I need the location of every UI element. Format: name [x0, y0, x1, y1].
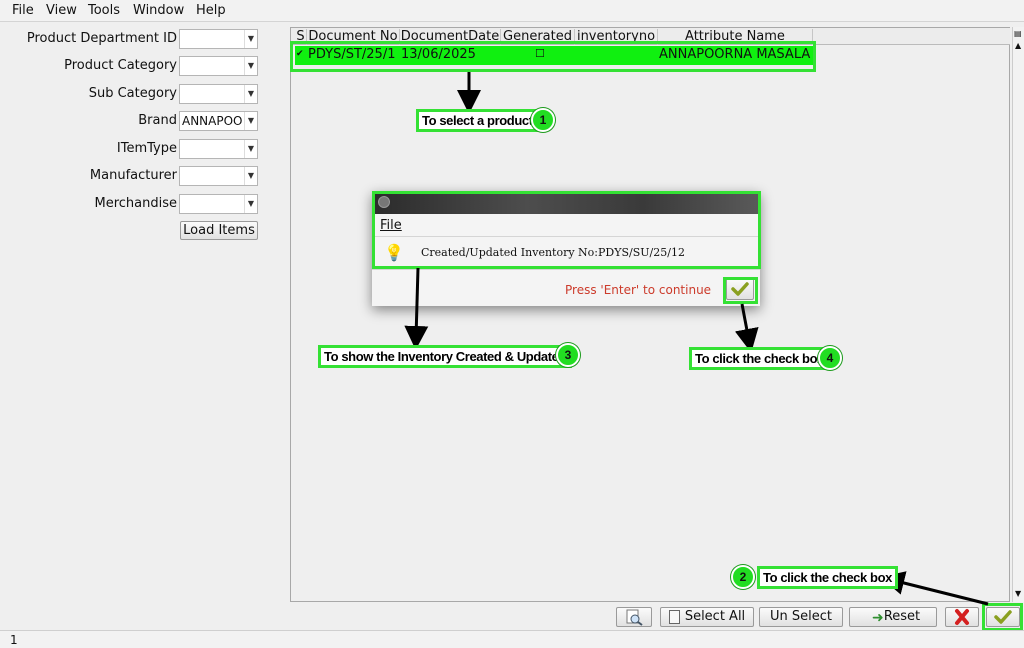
filter-label: Product Department ID	[26, 31, 177, 46]
filter-label: Product Category	[64, 58, 177, 73]
chevron-down-icon[interactable]: ▼	[244, 195, 257, 213]
category-select[interactable]: ▼	[179, 56, 258, 76]
chevron-down-icon[interactable]: ▼	[244, 112, 257, 130]
filter-label: Merchandise	[94, 196, 177, 211]
annotation-number: 4	[818, 346, 842, 370]
zoom-button[interactable]	[616, 607, 652, 627]
list-icon	[669, 610, 680, 624]
department-select[interactable]: ▼	[179, 29, 258, 49]
filter-row-department: Product Department ID ▼	[0, 27, 285, 49]
close-icon	[955, 609, 969, 625]
filter-label: Sub Category	[88, 86, 177, 101]
row-highlight	[290, 41, 816, 72]
subcategory-select[interactable]: ▼	[179, 84, 258, 104]
continue-prompt: Press 'Enter' to continue	[565, 283, 712, 297]
vertical-scrollbar[interactable]: ▤ ▲ ▼	[1012, 27, 1024, 602]
magnifier-icon	[626, 609, 643, 626]
filter-label: Manufacturer	[89, 168, 177, 183]
chevron-down-icon[interactable]: ▼	[244, 85, 257, 103]
filter-label: Brand	[138, 113, 177, 128]
merchandise-select[interactable]: ▼	[179, 194, 258, 214]
menu-tools[interactable]: Tools	[88, 3, 120, 18]
menu-window[interactable]: Window	[133, 3, 184, 18]
unselect-button[interactable]: Un Select	[759, 607, 843, 627]
cancel-button[interactable]	[945, 607, 979, 627]
menu-bar: File View Tools Window Help	[0, 0, 1024, 22]
chevron-down-icon[interactable]: ▼	[244, 30, 257, 48]
itemtype-select[interactable]: ▼	[179, 139, 258, 159]
reset-arrow-icon: ➜	[872, 610, 884, 626]
filter-row-category: Product Category ▼	[0, 54, 285, 76]
status-bar: 1	[0, 630, 1024, 648]
items-grid: S Document No DocumentDate Generated inv…	[290, 27, 1010, 602]
filter-row-brand: Brand ANNAPOO ▼	[0, 109, 285, 131]
menu-help[interactable]: Help	[196, 3, 226, 18]
manufacturer-select[interactable]: ▼	[179, 166, 258, 186]
annotation-number: 2	[731, 565, 755, 589]
ok-button-highlight	[982, 603, 1023, 631]
reset-button[interactable]: ➜ Reset	[849, 607, 937, 627]
filter-panel: Product Department ID ▼ Product Category…	[0, 24, 285, 604]
filter-row-manufacturer: Manufacturer ▼	[0, 164, 285, 186]
annotation-click-checkbox: To click the check box	[757, 566, 898, 589]
chevron-down-icon[interactable]: ▼	[244, 140, 257, 158]
scroll-down-icon[interactable]: ▼	[1015, 589, 1021, 598]
dialog-highlight	[372, 191, 761, 269]
annotation-click-checkbox: To click the check box	[689, 347, 830, 370]
status-text: 1	[10, 633, 18, 647]
chevron-down-icon[interactable]: ▼	[244, 167, 257, 185]
filter-row-subcategory: Sub Category ▼	[0, 82, 285, 104]
chevron-down-icon[interactable]: ▼	[244, 57, 257, 75]
filter-label: ITemType	[116, 141, 177, 156]
annotation-select-product: To select a product	[416, 109, 539, 132]
annotation-inventory-created: To show the Inventory Created & Updated	[318, 345, 573, 368]
annotation-number: 3	[556, 343, 580, 367]
grid-menu-icon[interactable]: ▤	[1014, 29, 1022, 38]
filter-row-merchandise: Merchandise ▼	[0, 192, 285, 214]
brand-select[interactable]: ANNAPOO ▼	[179, 111, 258, 131]
menu-file[interactable]: File	[12, 3, 34, 18]
select-all-button[interactable]: Select All	[660, 607, 754, 627]
load-items-button[interactable]: Load Items	[180, 221, 258, 240]
menu-view[interactable]: View	[46, 3, 77, 18]
scroll-up-icon[interactable]: ▲	[1015, 41, 1021, 50]
filter-row-itemtype: ITemType ▼	[0, 137, 285, 159]
annotation-number: 1	[531, 108, 555, 132]
ok-highlight	[723, 277, 758, 304]
